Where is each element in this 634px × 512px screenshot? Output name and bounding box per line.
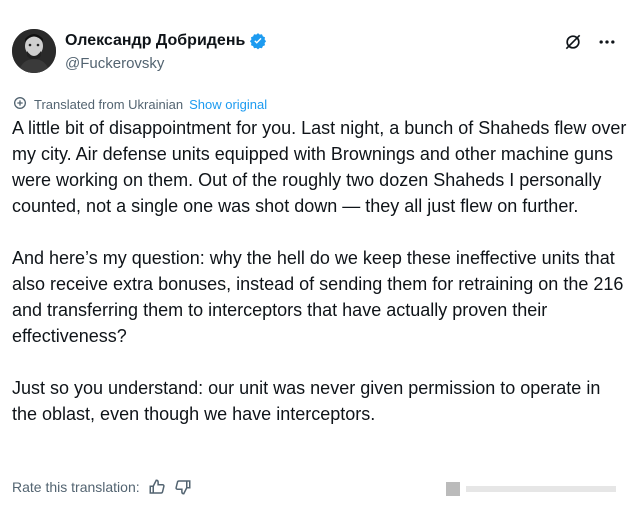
rate-label: Rate this translation: [12,479,140,495]
name-row: Олександр Добридень [65,32,267,50]
tweet-text: A little bit of disappointment for you. … [12,115,630,453]
translation-note: Translated from Ukrainian Show original [12,95,267,114]
tweet-page: Олександр Добридень @Fuckerovsky Transla… [0,0,634,512]
translation-label: Translated from Ukrainian [34,97,184,112]
translate-icon [12,95,28,114]
more-dots-icon[interactable] [596,31,618,53]
tweet-paragraph: And here’s my question: why the hell do … [12,248,624,346]
tweet-paragraph: Just so you understand: our unit was nev… [12,378,601,424]
rate-translation: Rate this translation: [12,478,192,496]
thumbs-down-icon[interactable] [174,478,192,496]
grok-slash-icon[interactable] [562,31,584,53]
tweet-paragraph: A little bit of disappointment for you. … [12,118,627,216]
handle[interactable]: @Fuckerovsky [65,55,164,72]
tweet-header: Олександр Добридень @Fuckerovsky [12,29,622,79]
thumbs-up-icon[interactable] [148,478,166,496]
show-original-link[interactable]: Show original [189,97,267,112]
display-name[interactable]: Олександр Добридень [65,32,245,50]
avatar[interactable] [12,29,56,73]
verified-badge-icon [249,32,267,50]
watermark [446,480,626,498]
